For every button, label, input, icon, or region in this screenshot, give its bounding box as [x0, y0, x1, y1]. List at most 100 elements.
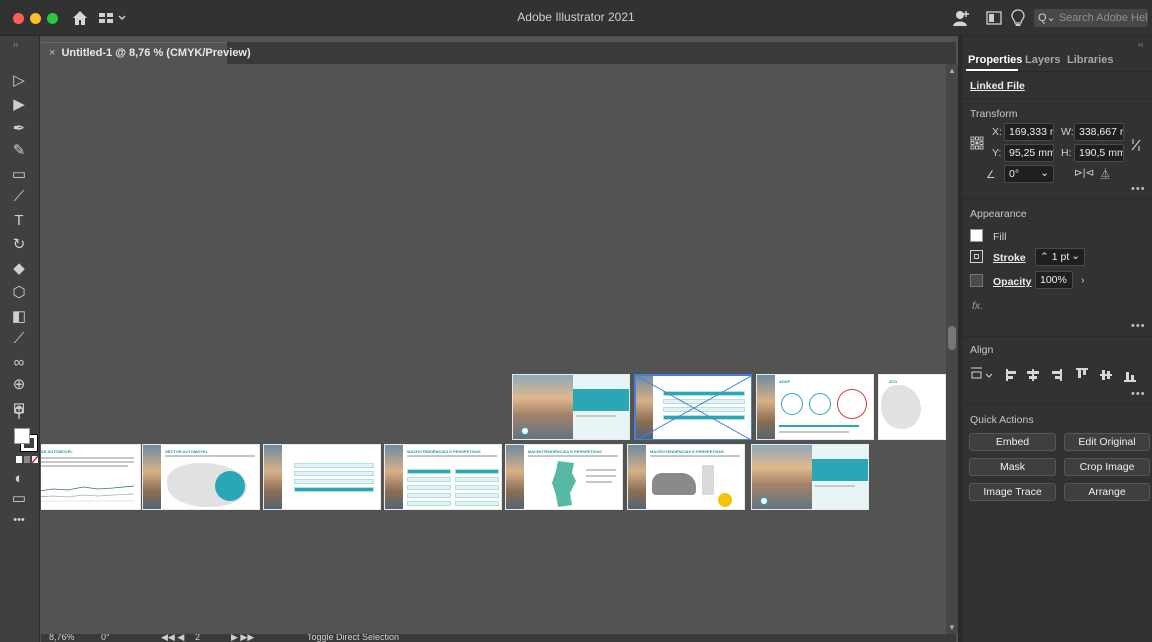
- rectangle-tool-icon[interactable]: ▭: [7, 164, 31, 184]
- mask-button[interactable]: Mask: [969, 458, 1056, 476]
- direct-selection-tool-icon[interactable]: ▶: [7, 94, 31, 114]
- line-chart-thumbnail: [41, 485, 134, 502]
- selected-artboard-thumbnail[interactable]: [634, 374, 752, 440]
- chevron-down-icon: ⌄: [1071, 250, 1080, 262]
- shape-builder-tool-icon[interactable]: ⬡: [7, 282, 31, 302]
- scroll-thumb[interactable]: [948, 326, 956, 350]
- artboard-nav-next-icons[interactable]: ▶ ▶▶: [231, 634, 254, 642]
- artboard-thumbnail[interactable]: TOR AUTOMÓVEL: [41, 444, 141, 510]
- paintbrush-tool-icon[interactable]: ⟋: [7, 186, 31, 206]
- screen-mode-icon[interactable]: ▭: [7, 488, 31, 508]
- more-options-icon[interactable]: •••: [1131, 320, 1146, 332]
- chevron-right-icon[interactable]: ›: [1081, 274, 1085, 286]
- edit-toolbar-icon[interactable]: •••: [7, 510, 31, 530]
- quick-actions-heading: Quick Actions: [970, 414, 1034, 426]
- rotation-value[interactable]: 0°: [101, 634, 110, 642]
- artboard-thumbnail[interactable]: ADDF: [756, 374, 874, 440]
- artboard-thumbnail[interactable]: MACROTENDÊNCIAS E PERSPETIVAS: [505, 444, 623, 510]
- stepper-icon[interactable]: ⌃: [1040, 251, 1052, 263]
- panel-divider: [962, 198, 1152, 199]
- reference-point-icon[interactable]: [970, 136, 984, 150]
- scroll-up-icon[interactable]: ▲: [948, 66, 956, 75]
- panel-divider: [962, 336, 1152, 337]
- color-mode-icons[interactable]: [16, 456, 38, 464]
- tab-libraries[interactable]: Libraries: [1067, 50, 1113, 70]
- vertical-scrollbar[interactable]: ▲ ▼: [946, 64, 958, 634]
- title-bar: Adobe Illustrator 2021 Q⌄ Search Adobe H…: [0, 0, 1152, 36]
- pen-tool-icon[interactable]: ✒: [7, 118, 31, 138]
- tab-properties[interactable]: Properties: [968, 50, 1022, 70]
- collapse-panel-icon[interactable]: ‹‹: [1138, 40, 1143, 49]
- discover-lightbulb-icon[interactable]: [1011, 9, 1025, 27]
- collapse-tools-icon[interactable]: ››: [13, 40, 18, 49]
- user-account-icon[interactable]: [952, 9, 970, 27]
- help-search-input[interactable]: Q⌄ Search Adobe Help: [1034, 9, 1148, 27]
- opacity-icon[interactable]: [970, 274, 983, 287]
- type-tool-icon[interactable]: T: [7, 210, 31, 230]
- more-options-icon[interactable]: •••: [1131, 183, 1146, 195]
- fx-icon[interactable]: fx.: [972, 300, 983, 312]
- y-label: Y:: [992, 147, 1002, 159]
- eyedropper-tool-icon[interactable]: ⟋: [7, 328, 31, 348]
- document-tab[interactable]: × Untitled-1 @ 8,76 % (CMYK/Preview): [41, 42, 251, 64]
- stroke-link[interactable]: Stroke: [993, 252, 1026, 264]
- zoom-tool-icon[interactable]: ⚲: [7, 402, 31, 422]
- align-heading: Align: [970, 344, 994, 356]
- edit-original-button[interactable]: Edit Original: [1064, 433, 1150, 451]
- curvature-tool-icon[interactable]: ✎: [7, 140, 31, 160]
- blend-tool-icon[interactable]: ∞: [7, 352, 31, 372]
- gradient-tool-icon[interactable]: ◧: [7, 306, 31, 326]
- arrange-button[interactable]: Arrange: [1064, 483, 1150, 501]
- opacity-field[interactable]: 100%: [1035, 271, 1073, 289]
- h-field[interactable]: 190,5 mm: [1074, 144, 1124, 162]
- x-field[interactable]: 169,333 r: [1004, 123, 1054, 141]
- close-document-icon[interactable]: ×: [49, 47, 55, 59]
- align-icons-row: [971, 367, 1136, 382]
- artboard-nav-icons[interactable]: ◀◀ ◀: [161, 634, 184, 642]
- opacity-link[interactable]: Opacity: [993, 276, 1032, 288]
- status-bar: 8,76% 0° ◀◀ ◀ 2 ▶ ▶▶ Toggle Direct Selec…: [41, 634, 956, 642]
- tools-panel: ›› ▷ ▶ ✒ ✎ ▭ ⟋ T ↻ ◆ ⬡ ◧ ⟋ ∞ ⊕ ⊞ ⚲ ◐ ▭ •••: [0, 36, 40, 642]
- linked-file-link[interactable]: Linked File: [970, 80, 1025, 92]
- arrange-documents-icon[interactable]: [986, 11, 1002, 25]
- chevron-down-icon: ⌄: [1040, 167, 1049, 179]
- image-trace-button[interactable]: Image Trace: [969, 483, 1056, 501]
- canvas[interactable]: ADDF ATO TOR AUTOMÓVEL SECTOR AUTOMÓVEL: [41, 64, 946, 634]
- angle-value: 0°: [1009, 168, 1020, 180]
- drawing-modes-icon[interactable]: ◐: [7, 468, 31, 488]
- fill-swatch[interactable]: [14, 428, 30, 444]
- eraser-tool-icon[interactable]: ◆: [7, 258, 31, 278]
- artboard-thumbnail[interactable]: ATO: [878, 374, 946, 440]
- symbol-sprayer-tool-icon[interactable]: ⊕: [7, 374, 31, 394]
- artboard-thumbnail[interactable]: [263, 444, 381, 510]
- angle-icon: ∠: [986, 169, 996, 181]
- stroke-color-swatch[interactable]: [970, 250, 983, 263]
- artboard-thumbnail[interactable]: [751, 444, 869, 510]
- w-field[interactable]: 338,667 r: [1074, 123, 1124, 141]
- angle-field[interactable]: 0° ⌄: [1004, 165, 1054, 183]
- scroll-down-icon[interactable]: ▼: [948, 623, 956, 632]
- more-options-icon[interactable]: •••: [1131, 388, 1146, 400]
- active-tool-status: Toggle Direct Selection: [307, 634, 400, 642]
- rotate-tool-icon[interactable]: ↻: [7, 234, 31, 254]
- artboard-thumbnail[interactable]: [512, 374, 630, 440]
- w-label: W:: [1061, 126, 1074, 138]
- embed-button[interactable]: Embed: [969, 433, 1056, 451]
- artboard-thumbnail[interactable]: MACROTENDÊNCIAS E PERSPETIVAS: [627, 444, 745, 510]
- tab-layers[interactable]: Layers: [1025, 50, 1060, 70]
- flip-horizontal-icon[interactable]: ⊳|⊲: [1074, 167, 1094, 179]
- flip-vertical-icon[interactable]: ⏅: [1100, 166, 1111, 181]
- crop-image-button[interactable]: Crop Image: [1064, 458, 1150, 476]
- document-tab-label: Untitled-1 @ 8,76 % (CMYK/Preview): [61, 47, 251, 59]
- selection-tool-icon[interactable]: ▷: [7, 70, 31, 90]
- zoom-level[interactable]: 8,76%: [49, 634, 75, 642]
- search-icon: Q⌄: [1038, 12, 1056, 24]
- y-field[interactable]: 95,25 mm: [1004, 144, 1054, 162]
- artboard-thumbnail[interactable]: SECTOR AUTOMÓVEL: [142, 444, 260, 510]
- artboard-thumbnail[interactable]: MACROTENDÊNCIAS E PERSPETIVAS: [384, 444, 502, 510]
- stroke-weight-field[interactable]: ⌃ 1 pt ⌄: [1035, 248, 1085, 266]
- artboard-number[interactable]: 2: [195, 634, 200, 642]
- search-placeholder: Search Adobe Help: [1058, 12, 1148, 24]
- constrain-proportions-icon[interactable]: [1130, 138, 1142, 152]
- fill-color-swatch[interactable]: [970, 229, 983, 242]
